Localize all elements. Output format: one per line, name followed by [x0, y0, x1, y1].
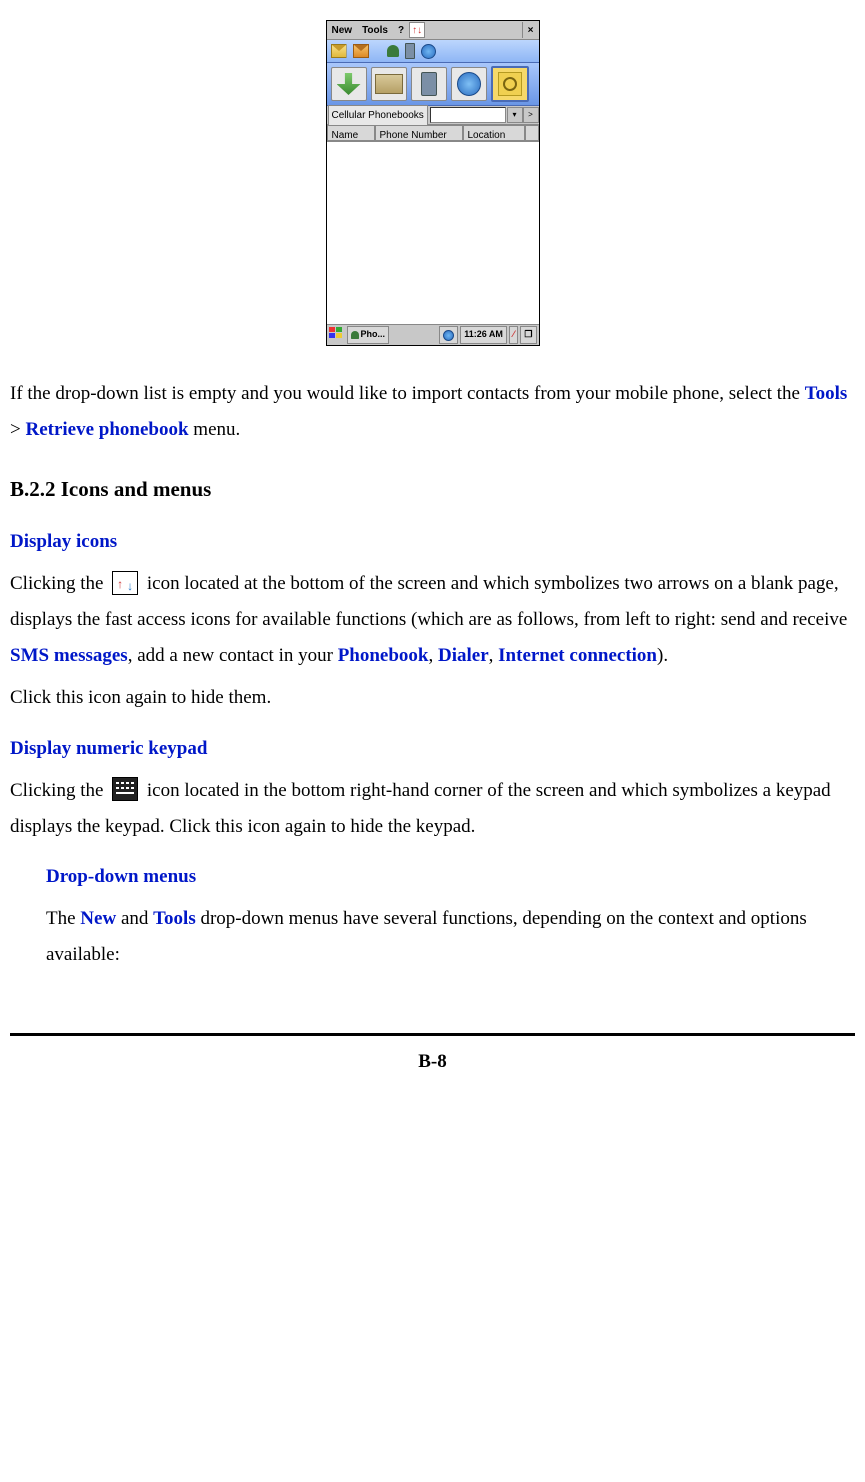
link-new: New	[80, 908, 116, 929]
new-mail-icon[interactable]	[331, 44, 347, 58]
paragraph-display-icons: Clicking the icon located at the bottom …	[10, 566, 855, 674]
inbox-button[interactable]	[371, 67, 407, 101]
footer-rule	[10, 1033, 855, 1036]
dropdown-label: Cellular Phonebooks	[328, 105, 428, 126]
pda-menubar: New Tools ? ↑↓ ×	[327, 21, 539, 40]
keypad-icon	[112, 777, 138, 801]
dropdown-arrow[interactable]: ▾	[507, 107, 523, 123]
tray-network-icon[interactable]	[439, 326, 458, 344]
close-button[interactable]: ×	[522, 22, 539, 38]
col-name[interactable]: Name	[327, 125, 375, 141]
pda-quick-icons	[327, 40, 539, 63]
heading-b22: B.2.2 Icons and menus	[10, 470, 855, 510]
subheading-dropdown-menus: Drop-down menus	[46, 859, 855, 895]
subheading-display-icons: Display icons	[10, 524, 855, 560]
menu-new[interactable]: New	[327, 20, 358, 41]
tray-pen-icon[interactable]: ⁄	[509, 326, 519, 344]
link-dialer: Dialer	[438, 645, 489, 666]
page-number: B-8	[10, 1044, 855, 1080]
phone-button[interactable]	[411, 67, 447, 101]
globe-button[interactable]	[451, 67, 487, 101]
pda-screenshot: New Tools ? ↑↓ × Cellular Phonebooks ▾ >…	[326, 20, 540, 346]
pda-taskbar: Pho... 11:26 AM ⁄ ❐	[327, 324, 539, 345]
col-phone[interactable]: Phone Number	[375, 125, 463, 141]
phonebook-dropdown[interactable]	[430, 107, 506, 123]
sync-icon[interactable]: ↑↓	[409, 22, 425, 38]
menu-tools[interactable]: Tools	[357, 20, 393, 41]
download-button[interactable]	[331, 67, 367, 101]
pda-big-icons	[327, 63, 539, 106]
arrows-icon	[112, 571, 138, 595]
paragraph-hide-icons: Click this icon again to hide them.	[10, 680, 855, 716]
link-phonebook: Phonebook	[338, 645, 429, 666]
dropdown-next[interactable]: >	[523, 107, 539, 123]
paragraph-keypad: Clicking the icon located in the bottom …	[10, 773, 855, 845]
link-tools2: Tools	[153, 908, 196, 929]
paragraph-dropdown-menus: The New and Tools drop-down menus have s…	[46, 901, 855, 973]
link-internet: Internet connection	[498, 645, 657, 666]
taskbar-clock: 11:26 AM	[460, 326, 507, 344]
tray-windows-icon[interactable]: ❐	[520, 326, 536, 344]
paragraph-import: If the drop-down list is empty and you w…	[10, 376, 855, 448]
col-spacer	[525, 125, 539, 141]
internet-icon[interactable]	[421, 44, 436, 59]
pda-column-headers: Name Phone Number Location	[327, 125, 539, 142]
open-mail-icon[interactable]	[353, 44, 369, 58]
pda-list-area	[327, 142, 539, 324]
link-tools: Tools	[805, 383, 848, 404]
add-contact-icon[interactable]	[387, 45, 399, 57]
col-location[interactable]: Location	[463, 125, 525, 141]
start-button[interactable]	[329, 327, 345, 343]
pda-dropdown-row: Cellular Phonebooks ▾ >	[327, 106, 539, 125]
link-sms: SMS messages	[10, 645, 128, 666]
dialer-icon[interactable]	[405, 43, 415, 59]
subheading-keypad: Display numeric keypad	[10, 731, 855, 767]
taskbar-app[interactable]: Pho...	[347, 326, 390, 344]
menu-help[interactable]: ?	[393, 20, 409, 41]
phonebook-button-selected[interactable]	[491, 66, 529, 102]
link-retrieve-phonebook: Retrieve phonebook	[25, 419, 188, 440]
